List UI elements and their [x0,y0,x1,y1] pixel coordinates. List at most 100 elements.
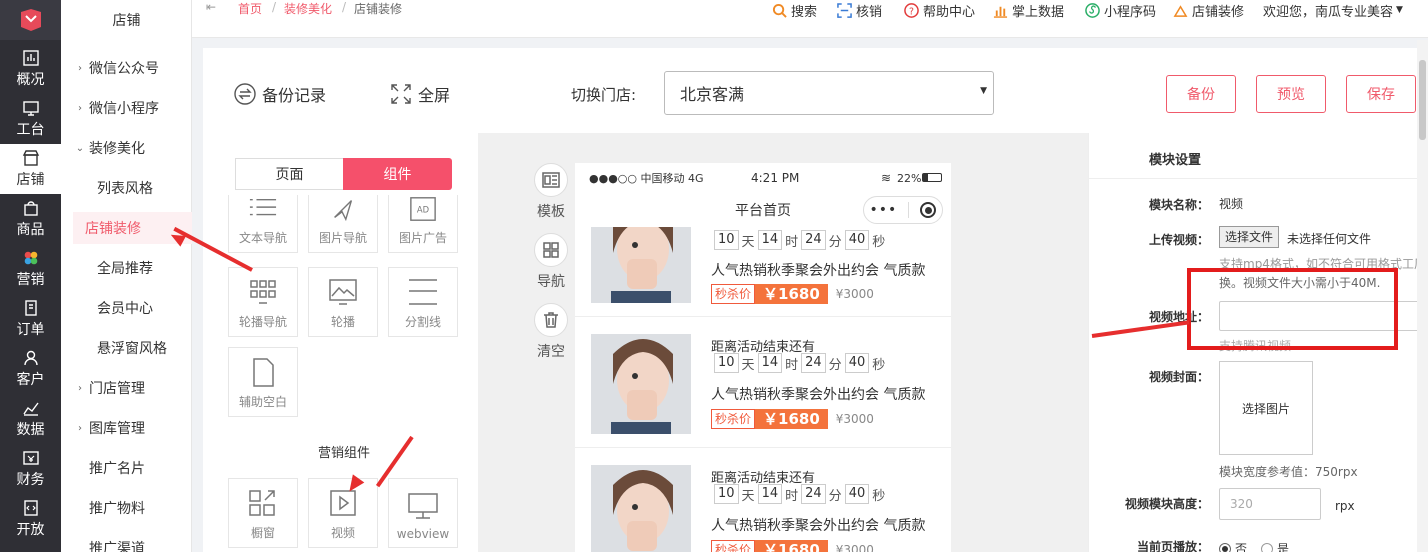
component-image-nav[interactable]: 图片导航 [308,195,378,253]
template-tool[interactable]: 模板 [531,163,571,221]
nav-item-workbench[interactable]: 工台 [0,94,61,144]
store-decoration-link[interactable]: 店铺装修 [1173,0,1244,20]
breadcrumb-decoration[interactable]: 装修美化 [284,0,332,16]
sidebar-item-store-manage[interactable]: › 门店管理 [61,368,192,408]
choose-file-button[interactable]: 选择文件 [1219,226,1280,248]
clear-tool[interactable]: 清空 [531,303,571,361]
backup-button[interactable]: 备份 [1166,75,1236,113]
component-video[interactable]: 视频 [308,478,378,548]
radio-yes[interactable] [1261,542,1274,552]
scrollbar-track[interactable] [1417,40,1428,552]
chevron-down-icon: ⌄ [75,142,85,154]
sidebar-item-promo-card[interactable]: 推广名片 [61,448,192,488]
component-text-nav[interactable]: 文本导航 [228,195,298,253]
component-carousel[interactable]: 轮播 [308,267,378,337]
breadcrumb-separator: / [272,0,277,14]
component-panel: 页面 组件 文本导航 图片导航 AD 图片广告 轮播导航 轮播 分割线 辅助空白 [208,133,478,552]
product-card[interactable]: 距离活动结束还有 10 天 14 时 24 分 40 秒 人气热销秋季聚会外出约会 气质… [575,318,951,448]
sidebar-item-floating-style[interactable]: 悬浮窗风格 [61,328,192,368]
nav-label: 订单 [16,322,45,338]
countdown: 10 天 14 时 24 分 40 秒 [711,353,885,373]
nav-item-goods[interactable]: 商品 [0,194,61,244]
fullscreen-icon [391,84,411,104]
bar-chart-icon [993,6,1008,18]
blank-page-icon [253,358,274,387]
editor-toolbar: 备份记录 全屏 切换门店: 北京客满 ▼ 备份 预览 保存 [203,48,1428,133]
miniprogram-code-link[interactable]: 小程序码 [1085,0,1156,20]
component-showcase[interactable]: 橱窗 [228,478,298,548]
radio-no[interactable] [1219,542,1231,552]
search-icon [772,3,787,18]
sidebar-item-member-center[interactable]: 会员中心 [61,288,192,328]
choose-image-button[interactable]: 选择图片 [1219,361,1313,455]
chevron-right-icon: › [78,62,82,74]
sidebar-item-promo-channel[interactable]: 推广渠道 [61,528,192,552]
product-card[interactable]: 10 天 14 时 24 分 40 秒 人气热销秋季聚会外出约会 气质款 秒杀价 ￥16… [575,187,951,317]
nav-label: 数据 [16,422,45,438]
caret-down-icon: ▼ [1396,5,1403,15]
logo-icon [20,9,41,31]
phone-frame: ●●●○○ 中国移动 4G 4:21 PM ≋ 22% 平台首页 ••• 10 … [575,163,951,552]
sidebar-item-list-style[interactable]: 列表风格 [61,168,192,208]
sidebar-item-decoration[interactable]: ⌄ 装修美化 [61,128,192,168]
nav-item-marketing[interactable]: 营销 [0,244,61,294]
scrollbar-thumb[interactable] [1419,60,1426,140]
sidebar-item-gallery[interactable]: › 图库管理 [61,408,192,448]
nav-item-overview[interactable]: 概况 [0,44,61,94]
verify-link[interactable]: 核销 [837,0,882,20]
nav-item-store[interactable]: 店铺 [0,144,61,194]
backup-record-button[interactable]: 备份记录 [234,82,326,106]
search-link[interactable]: 搜索 [772,0,817,20]
sidebar-item-promo-material[interactable]: 推广物料 [61,488,192,528]
user-icon [23,350,38,366]
countdown: 10 天 14 时 24 分 40 秒 [711,484,885,504]
top-bar: ⇤ 首页 / 装修美化 / 店铺装修 搜索 核销 ? 帮助中心 掌上数据 小程序… [192,0,1428,38]
nav-item-open[interactable]: 开放 [0,494,61,544]
store-select[interactable]: 北京客满 ▼ [664,71,994,115]
data-icon [22,402,39,416]
navigation-tool[interactable]: 导航 [531,233,571,291]
marketing-components-title: 营销组件 [318,446,371,461]
product-card[interactable]: 距离活动结束还有 10 天 14 时 24 分 40 秒 人气热销秋季聚会外出约会 气质… [575,449,951,552]
no-file-text: 未选择任何文件 [1287,232,1372,246]
breadcrumb-home[interactable]: 首页 [238,0,262,16]
upload-video-label: 上传视频： [1149,233,1210,247]
image-nav-icon [334,200,353,222]
save-button[interactable]: 保存 [1346,75,1416,113]
sidebar-item-wechat-official[interactable]: › 微信公众号 [61,48,192,88]
main-nav: 概况 工台 店铺 商品 营销 订单 客户 数据 财务 开放 [0,0,61,552]
fullscreen-button[interactable]: 全屏 [390,82,450,106]
nav-item-data[interactable]: 数据 [0,394,61,444]
component-webview[interactable]: webview [388,478,458,548]
video-height-label: 视频模块高度： [1125,497,1210,511]
tab-component[interactable]: 组件 [343,158,452,190]
breadcrumb-separator: / [342,0,347,14]
module-name-label: 模块名称： [1149,198,1210,212]
nav-item-orders[interactable]: 订单 [0,294,61,344]
sidebar-title: 店铺 [112,13,141,29]
nav-label: 客户 [16,372,45,388]
collapse-icon[interactable]: ⇤ [206,0,216,16]
carousel-icon [329,279,357,305]
nav-item-finance[interactable]: 财务 [0,444,61,494]
nav-label: 工台 [16,122,45,138]
store-sidebar: 店铺 › 微信公众号 › 微信小程序 ⌄ 装修美化 列表风格 店铺装修 全局推荐 会员… [61,0,192,552]
component-image-ad[interactable]: AD 图片广告 [388,195,458,253]
component-blank[interactable]: 辅助空白 [228,347,298,417]
tab-page[interactable]: 页面 [235,158,343,190]
preview-button[interactable]: 预览 [1256,75,1326,113]
video-height-input[interactable]: 320 [1219,488,1321,520]
sidebar-item-global-recommend[interactable]: 全局推荐 [61,248,192,288]
showcase-icon [249,490,275,516]
height-unit: rpx [1335,499,1355,513]
user-menu[interactable]: 欢迎您，南瓜专业美容 ▼ [1263,0,1403,20]
nav-item-customers[interactable]: 客户 [0,344,61,394]
component-carousel-nav[interactable]: 轮播导航 [228,267,298,337]
bag-icon [23,201,38,216]
mobile-data-link[interactable]: 掌上数据 [993,0,1064,20]
component-divider[interactable]: 分割线 [388,267,458,337]
help-link[interactable]: ? 帮助中心 [904,0,975,20]
product-price: 秒杀价 ￥1680 ¥3000 [711,409,874,429]
webview-icon [408,493,438,519]
sidebar-item-wechat-miniprogram[interactable]: › 微信小程序 [61,88,192,128]
